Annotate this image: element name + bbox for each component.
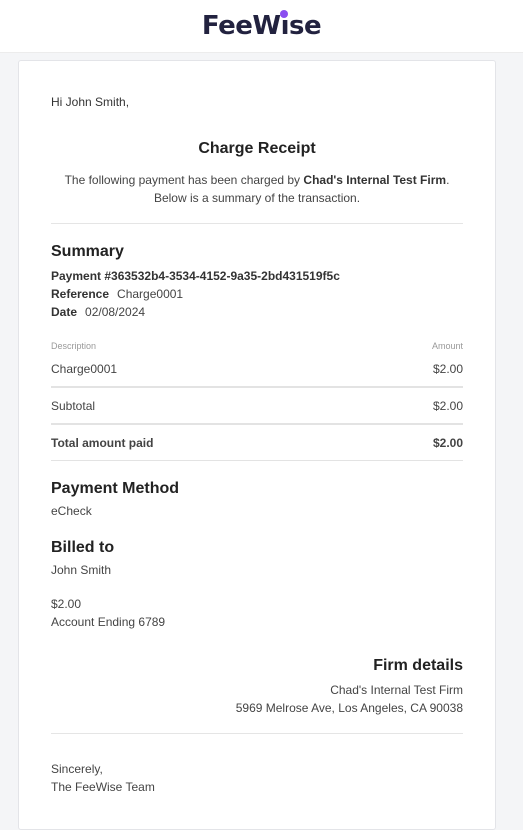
billed-to-heading: Billed to	[51, 539, 115, 556]
reference-label: Reference	[51, 287, 110, 301]
summary-meta: Payment #363532b4-3534-4152-9a35-2bd4315…	[51, 267, 463, 321]
payment-id: Payment #363532b4-3534-4152-9a35-2bd4315…	[51, 269, 340, 283]
subtotal-amount: $2.00	[432, 398, 463, 413]
item-amount: $2.00	[432, 361, 463, 376]
total-label: Total amount paid	[51, 435, 154, 450]
payment-method-heading: Payment Method	[51, 480, 180, 497]
intro-suffix: .	[446, 173, 450, 187]
total-amount: $2.00	[432, 435, 463, 450]
receipt-title: Charge Receipt	[198, 140, 316, 157]
billed-amount: $2.00	[51, 597, 82, 611]
closing-line1: Sincerely,	[51, 762, 103, 776]
greeting: Hi John Smith,	[51, 95, 130, 109]
firm-address: 5969 Melrose Ave, Los Angeles, CA 90038	[235, 701, 463, 715]
summary-heading: Summary	[51, 243, 124, 260]
closing-line2: The FeeWise Team	[51, 780, 155, 794]
reference-value: Charge0001	[117, 287, 184, 301]
intro-prefix: The following payment has been charged b…	[64, 173, 304, 187]
closing: Sincerely, The FeeWise Team	[51, 760, 463, 796]
date-value: 02/08/2024	[85, 305, 146, 319]
intro-line2: Below is a summary of the transaction.	[153, 191, 361, 205]
firm-details: Firm details Chad's Internal Test Firm 5…	[51, 657, 463, 717]
divider	[51, 733, 463, 734]
feewise-logo: FeeWı se	[201, 10, 322, 41]
receipt-intro: The following payment has been charged b…	[51, 171, 463, 207]
date-label: Date	[51, 305, 78, 319]
subtotal-row: Subtotal $2.00	[51, 388, 463, 423]
billed-account: Account Ending 6789	[51, 615, 166, 629]
intro-firm-name: Chad's Internal Test Firm	[303, 173, 447, 187]
payment-method-value: eCheck	[51, 504, 92, 518]
divider	[51, 223, 463, 224]
table-row: Charge0001 $2.00	[51, 351, 463, 386]
receipt-card: Hi John Smith, Charge Receipt The follow…	[18, 60, 496, 830]
billed-to-name: John Smith	[51, 563, 112, 577]
firm-details-heading: Firm details	[373, 657, 463, 674]
total-row: Total amount paid $2.00	[51, 425, 463, 460]
col-description: Description	[51, 341, 97, 351]
logo-accent-dot	[279, 10, 288, 18]
email-header: FeeWı se	[0, 0, 523, 53]
firm-name: Chad's Internal Test Firm	[330, 683, 463, 697]
item-description: Charge0001	[51, 361, 118, 376]
table-header: Description Amount	[51, 341, 463, 351]
subtotal-label: Subtotal	[51, 398, 96, 413]
row-separator	[51, 460, 463, 461]
col-amount: Amount	[431, 341, 463, 351]
